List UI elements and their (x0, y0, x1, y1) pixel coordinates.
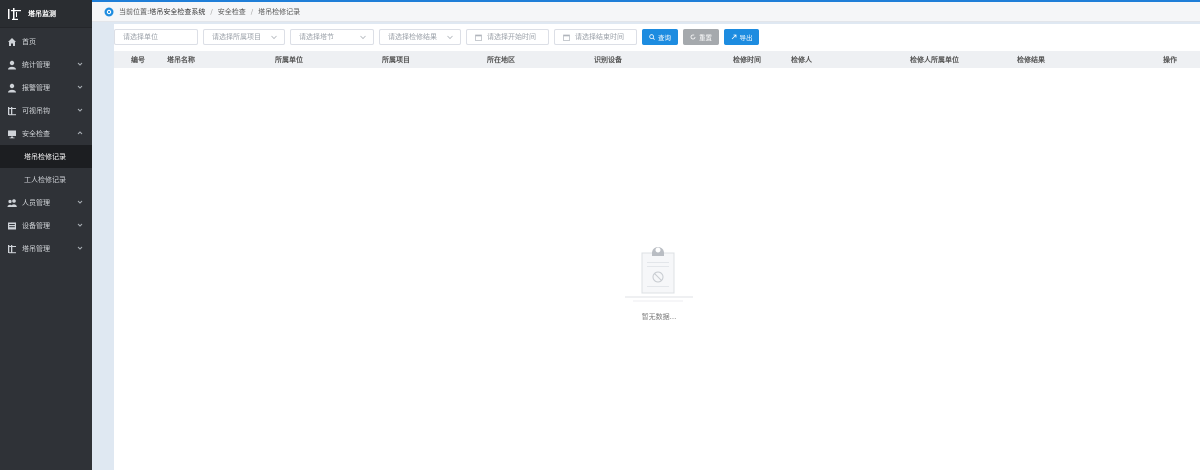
export-button-label: 导出 (739, 34, 753, 42)
column-header-actions: 操作 (1163, 56, 1177, 64)
sidebar-item-label: 工人检修记录 (24, 175, 66, 184)
column-header-crane-name: 塔吊名称 (167, 56, 195, 64)
sidebar-item-label: 报警管理 (22, 83, 50, 92)
crane-logo-icon (8, 7, 21, 20)
section-select[interactable]: 请选择塔节 (290, 29, 374, 45)
breadcrumb-separator: / (210, 7, 213, 16)
table-header: 编号 塔吊名称 所属单位 所属项目 所在地区 识别设备 检修时间 检修人 检修人… (114, 51, 1200, 68)
sidebar-item-visual-hook[interactable]: 可视吊钩 (0, 99, 92, 122)
unit-select-placeholder: 请选择单位 (123, 33, 158, 41)
search-button-label: 查询 (658, 34, 671, 42)
home-icon (8, 37, 16, 46)
column-header-device: 识别设备 (594, 56, 622, 64)
sidebar-item-label: 可视吊钩 (22, 106, 50, 115)
sidebar-item-label: 首页 (22, 37, 36, 46)
column-header-unit: 所属单位 (275, 56, 303, 64)
result-select[interactable]: 请选择检修结果 (379, 29, 461, 45)
breadcrumb-level2: 塔吊检修记录 (258, 7, 301, 16)
end-date-picker[interactable]: 请选择结束时间 (554, 29, 637, 45)
chevron-down-icon (360, 35, 366, 40)
calendar-icon (563, 34, 570, 41)
sidebar-item-home[interactable]: 首页 (0, 30, 92, 53)
column-header-result: 检修结果 (1017, 56, 1045, 64)
chevron-down-icon (77, 62, 83, 66)
reset-button[interactable]: 重置 (683, 29, 719, 45)
search-icon (649, 34, 655, 40)
breadcrumb: 当前位置: 塔吊安全检查系统 / 安全检查 / 塔吊检修记录 (92, 2, 1200, 22)
column-header-region: 所在地区 (487, 56, 515, 64)
location-icon (104, 7, 114, 16)
chevron-down-icon (77, 223, 83, 227)
breadcrumb-root[interactable]: 塔吊安全检查系统 (149, 7, 205, 17)
column-header-maintainer-unit: 检修人所属单位 (910, 56, 959, 64)
logo[interactable]: 塔吊监测 (0, 0, 92, 28)
column-header-project: 所属项目 (382, 56, 410, 64)
start-date-picker[interactable]: 请选择开始时间 (466, 29, 549, 45)
sidebar-subitem-crane-maintenance[interactable]: 塔吊检修记录 (0, 145, 92, 168)
project-select[interactable]: 请选择所属项目 (203, 29, 285, 45)
sidebar-subitem-worker-maintenance[interactable]: 工人检修记录 (0, 168, 92, 191)
sidebar-item-label: 统计管理 (22, 60, 50, 69)
unit-select[interactable]: 请选择单位 (114, 29, 198, 45)
empty-clipboard-icon (625, 247, 693, 302)
export-icon (731, 34, 736, 40)
sidebar-item-safety-check[interactable]: 安全检查 (0, 122, 92, 145)
sidebar-item-alarms[interactable]: 报警管理 (0, 76, 92, 99)
user-icon (8, 83, 16, 92)
main-content: 请选择单位 请选择所属项目 请选择塔节 请选择检修结果 请选择开始时间 请选择结… (114, 24, 1200, 470)
user-icon (8, 60, 16, 69)
sidebar-item-label: 人员管理 (22, 198, 50, 207)
chevron-up-icon (77, 131, 83, 135)
column-header-maintainer: 检修人 (791, 56, 812, 64)
empty-state: 暂无数据... (619, 242, 699, 322)
chevron-down-icon (77, 108, 83, 112)
sidebar-item-personnel[interactable]: 人员管理 (0, 191, 92, 214)
breadcrumb-prefix: 当前位置: (119, 7, 150, 16)
filter-bar: 请选择单位 请选择所属项目 请选择塔节 请选择检修结果 请选择开始时间 请选择结… (114, 24, 1200, 50)
content-gutter (92, 22, 114, 470)
result-select-placeholder: 请选择检修结果 (388, 33, 437, 41)
sidebar-item-statistics[interactable]: 统计管理 (0, 53, 92, 76)
refresh-icon (690, 34, 696, 40)
empty-text: 暂无数据... (641, 313, 677, 321)
sidebar-item-label: 设备管理 (22, 221, 50, 230)
chevron-down-icon (447, 35, 453, 40)
start-date-placeholder: 请选择开始时间 (487, 33, 536, 41)
building-icon (8, 106, 16, 115)
section-select-placeholder: 请选择塔节 (299, 33, 334, 41)
sidebar-item-label: 安全检查 (22, 129, 50, 138)
calendar-icon (475, 34, 482, 41)
chevron-down-icon (77, 246, 83, 250)
sidebar-item-cranes[interactable]: 塔吊管理 (0, 237, 92, 260)
column-header-maintenance-time: 检修时间 (733, 56, 761, 64)
reset-button-label: 重置 (699, 34, 712, 42)
sidebar-item-label: 塔吊管理 (22, 244, 50, 253)
export-button[interactable]: 导出 (724, 29, 759, 45)
building-icon (8, 244, 16, 253)
project-select-placeholder: 请选择所属项目 (212, 33, 261, 41)
column-header-id: 编号 (131, 56, 145, 64)
device-icon (8, 222, 16, 229)
sidebar-item-label: 塔吊检修记录 (24, 152, 66, 161)
breadcrumb-separator: / (250, 7, 254, 16)
breadcrumb-level1[interactable]: 安全检查 (218, 7, 246, 17)
chevron-down-icon (77, 85, 83, 89)
sidebar-item-devices[interactable]: 设备管理 (0, 214, 92, 237)
chevron-down-icon (271, 35, 277, 40)
chevron-down-icon (77, 200, 83, 204)
sidebar: 塔吊监测 首页 统计管理 报警管理 可视吊钩 安全检查 塔吊检修记录 工人检修记… (0, 0, 92, 470)
search-button[interactable]: 查询 (642, 29, 678, 45)
end-date-placeholder: 请选择结束时间 (575, 33, 624, 41)
people-icon (7, 198, 17, 207)
monitor-icon (8, 130, 16, 138)
logo-text: 塔吊监测 (28, 9, 56, 18)
